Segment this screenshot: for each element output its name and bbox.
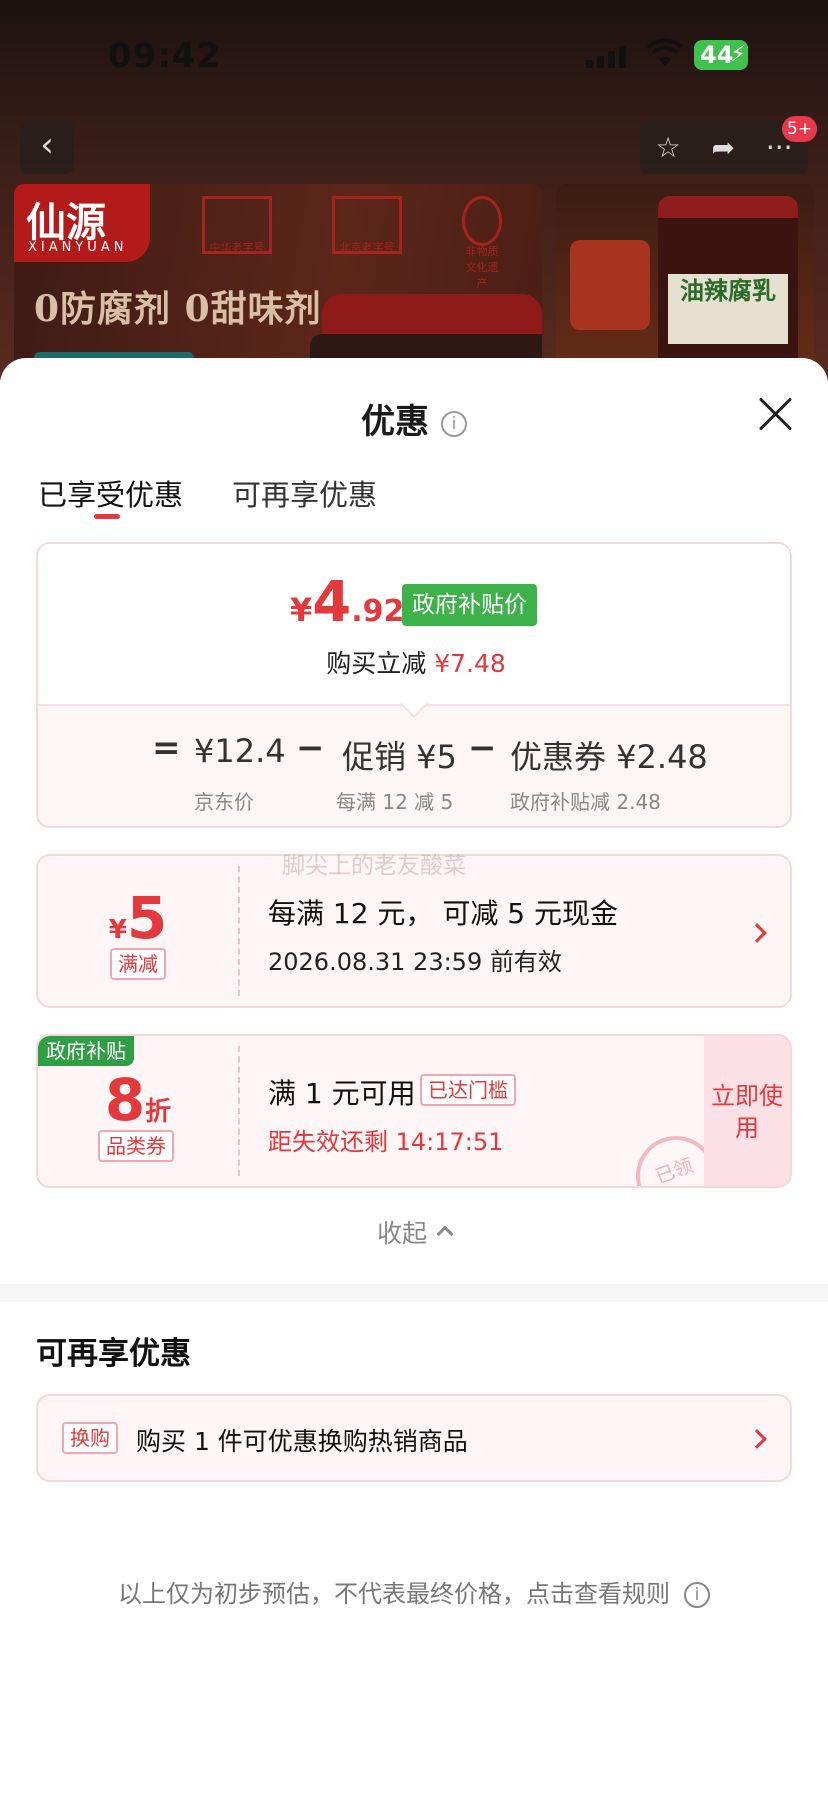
collapse-button[interactable]: 收起 bbox=[0, 1214, 828, 1250]
coupon-left: 政府补贴 8折 品类券 bbox=[38, 1036, 238, 1186]
coupon-amount: ¥5 bbox=[38, 884, 238, 952]
coupon-type-tag: 品类券 bbox=[98, 1130, 174, 1162]
chevron-right-icon[interactable] bbox=[747, 923, 767, 943]
share-icon[interactable]: ➦ bbox=[711, 131, 734, 164]
gov-subsidy-ribbon: 政府补贴 bbox=[38, 1036, 134, 1066]
price-breakdown: = ¥12.4 京东价 − 促销 ¥5 每满 12 减 5 − 优惠券 ¥2.4… bbox=[38, 704, 790, 826]
jd-price-label: 京东价 bbox=[194, 790, 254, 814]
final-price-currency: ¥ bbox=[290, 591, 313, 629]
banner-slogan: 0防腐剂 0甜味剂 bbox=[34, 288, 322, 330]
sheet-title-text: 优惠 bbox=[361, 402, 429, 442]
battery-icon: 44 ⚡ bbox=[694, 40, 748, 70]
coupon-countdown: 距失效还剩 14:17:51 bbox=[268, 1128, 504, 1156]
category-coupon: 政府补贴 8折 品类券 满 1 元可用 已达门槛 距失效还剩 14:17:51 … bbox=[36, 1034, 792, 1188]
watermark-text: 脚尖上的老友酸菜 bbox=[282, 853, 466, 879]
disclaimer[interactable]: 以上仅为初步预估，不代表最终价格，点击查看规则 i bbox=[0, 1574, 828, 1609]
coupon-label: 政府补贴减 2.48 bbox=[510, 790, 661, 814]
coupon-amount-value: 5 bbox=[126, 884, 168, 952]
instant-discount: 购买立减 ¥7.48 bbox=[38, 644, 790, 680]
discount-sheet: 优惠 i 已享受优惠 可再享优惠 ¥4.92 政府补贴价 购买立减 ¥7.48 = … bbox=[0, 358, 828, 1795]
coupon-divider bbox=[238, 866, 240, 996]
coupon-title: 满 1 元可用 bbox=[268, 1077, 416, 1110]
product-banner-secondary: 油辣腐乳 bbox=[556, 184, 814, 380]
tab-enjoyed-discounts[interactable]: 已享受优惠 bbox=[38, 472, 183, 514]
section-divider bbox=[0, 1284, 828, 1302]
final-price: ¥4.92 bbox=[290, 570, 404, 635]
cellular-signal-icon bbox=[586, 44, 632, 68]
trade-in-offer[interactable]: 换购 购买 1 件可优惠换购热销商品 bbox=[36, 1394, 792, 1482]
brand-logo: 仙源 XIANYUAN bbox=[14, 184, 150, 262]
back-button[interactable]: ‹ bbox=[20, 120, 74, 174]
info-icon[interactable]: i bbox=[441, 411, 467, 437]
brand-sub: XIANYUAN bbox=[28, 240, 128, 255]
collapse-label: 收起 bbox=[376, 1219, 427, 1248]
instant-discount-label: 购买立减 bbox=[326, 649, 427, 678]
wifi-icon bbox=[646, 38, 684, 66]
coupon-discount-value: 8 bbox=[104, 1066, 146, 1134]
coupon-title: 每满 12 元， 可减 5 元现金 bbox=[268, 897, 618, 930]
coupon-left: ¥5 满减 bbox=[38, 856, 238, 1006]
minus-sign: − bbox=[296, 728, 325, 768]
final-price-decimal: .92 bbox=[351, 594, 405, 629]
info-icon[interactable]: i bbox=[684, 1582, 710, 1608]
seal-icon: 非物质文化遗产 bbox=[462, 196, 502, 290]
coupon-discount: 8折 bbox=[38, 1066, 238, 1134]
favorite-star-icon[interactable]: ☆ bbox=[655, 131, 680, 164]
promo-label: 每满 12 减 5 bbox=[336, 790, 454, 814]
coupon-divider bbox=[238, 1046, 240, 1176]
seal-icon: 北京老字号 bbox=[332, 196, 402, 254]
minus-sign: − bbox=[468, 728, 497, 768]
message-badge: 5+ bbox=[782, 116, 818, 142]
equals-sign: = bbox=[152, 728, 181, 768]
tab-more-discounts[interactable]: 可再享优惠 bbox=[232, 472, 377, 514]
promo-value: 促销 ¥5 bbox=[342, 738, 457, 776]
chevron-up-icon bbox=[436, 1225, 454, 1243]
jd-price: ¥12.4 bbox=[194, 732, 286, 770]
coupon-validity: 2026.08.31 23:59 前有效 bbox=[268, 948, 562, 976]
status-bar: 09:42 44 ⚡ bbox=[0, 0, 828, 110]
chevron-right-icon[interactable] bbox=[747, 1429, 767, 1449]
disclaimer-text: 以上仅为初步预估，不代表最终价格，点击查看规则 bbox=[118, 1580, 670, 1608]
coupon-currency: ¥ bbox=[108, 915, 127, 945]
coupon-discount-unit: 折 bbox=[145, 1097, 172, 1127]
sheet-title: 优惠 i bbox=[0, 394, 828, 443]
section-title-more-discounts: 可再享优惠 bbox=[36, 1336, 191, 1372]
status-time: 09:42 bbox=[108, 36, 222, 76]
use-now-button[interactable]: 立即使用 bbox=[704, 1036, 790, 1186]
threshold-reached-tag: 已达门槛 bbox=[420, 1074, 516, 1106]
jar-label: 油辣腐乳 bbox=[668, 274, 788, 344]
gov-subsidy-price-tag: 政府补贴价 bbox=[402, 584, 537, 626]
price-summary-card: ¥4.92 政府补贴价 购买立减 ¥7.48 = ¥12.4 京东价 − 促销 ¥… bbox=[36, 542, 792, 828]
coupon-type-tag: 满减 bbox=[110, 948, 166, 980]
price-summary-top: ¥4.92 政府补贴价 购买立减 ¥7.48 bbox=[38, 544, 790, 704]
trade-in-tag: 换购 bbox=[62, 1422, 118, 1454]
instant-discount-value: ¥7.48 bbox=[434, 649, 506, 678]
battery-level: 44 bbox=[700, 41, 734, 69]
seal-icon: 中华老字号 bbox=[202, 196, 272, 254]
product-banner-main: 仙源 XIANYUAN 中华老字号 北京老字号 非物质文化遗产 0防腐剂 0甜味… bbox=[14, 184, 542, 380]
close-button[interactable] bbox=[754, 392, 798, 436]
trade-in-text: 购买 1 件可优惠换购热销商品 bbox=[136, 1427, 468, 1456]
coupon-value: 优惠券 ¥2.48 bbox=[510, 738, 708, 776]
food-image bbox=[570, 240, 650, 330]
final-price-integer: 4 bbox=[312, 570, 352, 635]
tab-indicator bbox=[94, 514, 120, 519]
